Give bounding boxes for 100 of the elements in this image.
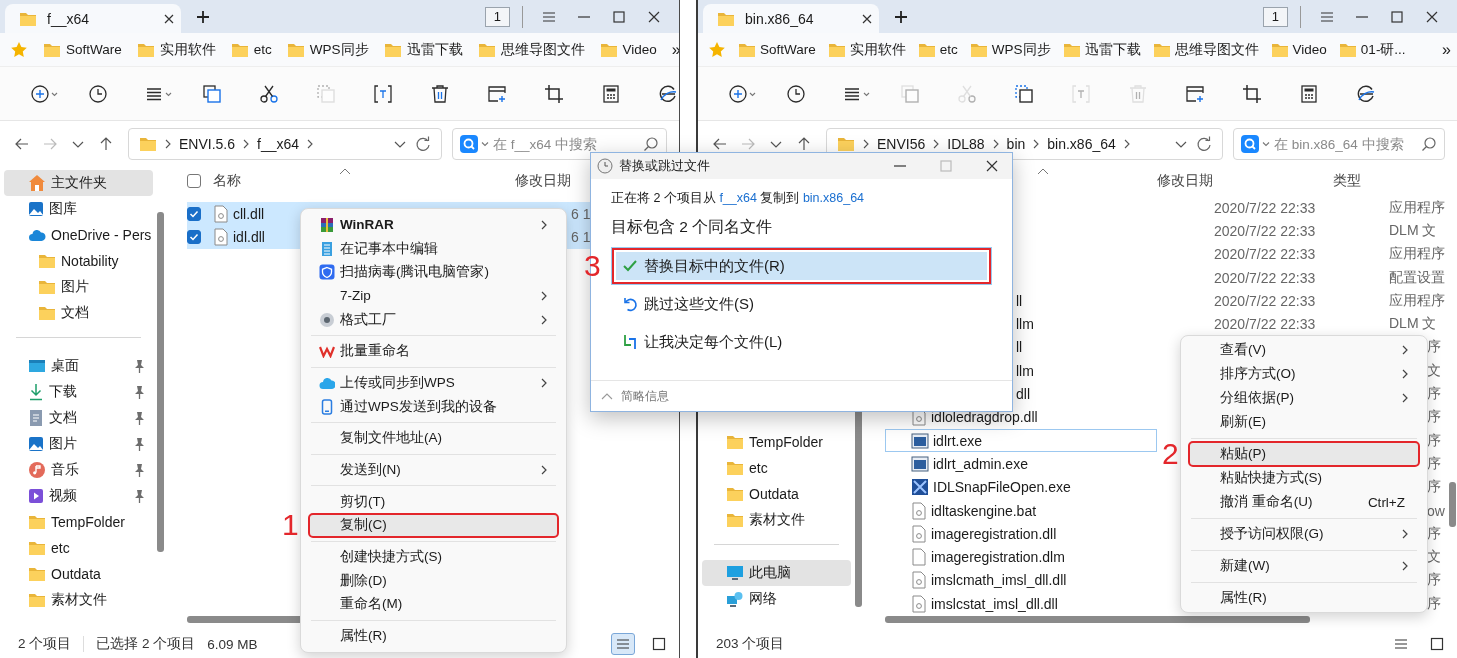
option-button[interactable]: 让我决定每个文件(L) xyxy=(611,323,992,361)
menu-item[interactable]: 属性(R) xyxy=(1189,586,1419,610)
menu-item[interactable]: 授予访问权限(G) xyxy=(1189,522,1419,546)
bookmark-link[interactable]: 实用软件 xyxy=(136,40,216,59)
menu-item[interactable]: 排序方式(O) xyxy=(1189,362,1419,386)
checkbox[interactable] xyxy=(187,206,201,221)
bookmark-link[interactable]: 实用软件 xyxy=(827,40,906,59)
file-row[interactable]: idlrt.exe xyxy=(885,428,1157,453)
scrollbar-thumb[interactable] xyxy=(885,616,1310,623)
folder-tab[interactable]: f__x64 xyxy=(5,4,181,33)
bookmark-link[interactable]: Video xyxy=(599,41,657,58)
menu-item[interactable]: 刷新(E) xyxy=(1189,410,1419,434)
menu-item[interactable]: 粘贴(P) xyxy=(1189,442,1419,466)
file-row[interactable]: idltaskengine.bat xyxy=(885,498,1157,523)
bookmark-link[interactable]: etc xyxy=(230,41,272,58)
menu-item[interactable]: 复制(C) xyxy=(309,513,558,538)
breadcrumb[interactable]: bin xyxy=(1006,136,1026,152)
menu-item[interactable]: 新建(W) xyxy=(1189,554,1419,578)
nav-item[interactable]: 文档 xyxy=(4,300,153,326)
menu-item[interactable]: 分组依据(P) xyxy=(1189,386,1419,410)
nav-item[interactable]: 桌面 xyxy=(4,353,153,379)
bookmark-link[interactable]: SoftWare xyxy=(738,41,816,58)
checkbox[interactable] xyxy=(187,173,201,188)
menu-item[interactable]: 在记事本中编辑 xyxy=(309,236,558,261)
more-bookmarks[interactable]: » xyxy=(1442,40,1451,59)
address-bar[interactable]: ENVI.5.6 f__x64 xyxy=(128,128,442,160)
file-row[interactable]: imslcmath_imsl_dll.dll xyxy=(885,568,1157,593)
file-row[interactable]: IDLSnapFileOpen.exe xyxy=(885,475,1157,499)
column-header[interactable]: 名称 xyxy=(213,171,241,190)
nav-item[interactable]: Notability xyxy=(4,248,153,274)
column-header[interactable]: 类型 xyxy=(1333,171,1361,188)
folder-link[interactable]: bin.x86_64 xyxy=(802,191,865,205)
checkbox[interactable] xyxy=(187,229,201,244)
nav-item[interactable]: 素材文件 xyxy=(4,587,153,613)
bookmark-link[interactable]: etc xyxy=(917,41,958,58)
menu-item[interactable]: 7-Zip xyxy=(309,284,558,308)
nav-item[interactable]: etc xyxy=(702,455,851,481)
chevron-icon xyxy=(164,138,172,150)
breadcrumb[interactable]: bin.x86_64 xyxy=(1047,136,1116,152)
bookmark-link[interactable]: 思维导图文件 xyxy=(1152,40,1259,59)
file-row[interactable]: idlrt_admin.exe xyxy=(885,452,1157,476)
bookmark-link[interactable]: WPS同步 xyxy=(969,40,1051,59)
folder-icon xyxy=(726,486,744,502)
scrollbar-thumb[interactable] xyxy=(1448,482,1456,527)
folder-tab[interactable]: bin.x86_64 xyxy=(703,4,879,33)
menu-item[interactable]: 发送到(N) xyxy=(309,458,558,482)
file-row[interactable]: imageregistration.dlm xyxy=(885,545,1157,569)
nav-item[interactable]: Outdata xyxy=(702,481,851,507)
nav-item[interactable]: Outdata xyxy=(4,561,153,587)
nav-item[interactable]: OneDrive - Pers xyxy=(4,222,153,248)
breadcrumb[interactable]: ENVI.5.6 xyxy=(179,136,236,152)
option-button[interactable]: 跳过这些文件(S) xyxy=(611,285,992,323)
nav-item[interactable]: TempFolder xyxy=(4,509,153,535)
nav-item[interactable]: 此电脑 xyxy=(702,560,851,586)
menu-item[interactable]: 重命名(M) xyxy=(309,592,558,617)
menu-item[interactable]: 撤消 重命名(U) Ctrl+Z xyxy=(1189,490,1419,514)
nav-item[interactable]: 音乐 xyxy=(4,457,153,483)
menu-item[interactable]: 属性(R) xyxy=(309,624,558,648)
breadcrumb[interactable]: ENVI56 xyxy=(877,136,926,152)
menu-item[interactable]: 查看(V) xyxy=(1189,338,1419,362)
bookmark-link[interactable]: 迅雷下载 xyxy=(383,40,463,59)
folder-link[interactable]: f__x64 xyxy=(719,191,757,205)
menu-item[interactable]: 通过WPS发送到我的设备 xyxy=(309,394,558,419)
bookmark-link[interactable]: WPS同步 xyxy=(286,40,369,59)
menu-item[interactable]: 创建快捷方式(S) xyxy=(309,545,558,569)
bookmark-link[interactable]: 01-研... xyxy=(1338,40,1406,59)
menu-item[interactable]: 复制文件地址(A) xyxy=(309,426,558,451)
nav-item[interactable]: 图库 xyxy=(4,196,153,222)
breadcrumb[interactable]: IDL88 xyxy=(947,136,985,152)
bookmark-link[interactable]: 思维导图文件 xyxy=(477,40,585,59)
nav-item[interactable]: TempFolder xyxy=(702,429,851,455)
nav-item[interactable]: 图片 xyxy=(4,274,153,300)
menu-item[interactable]: 上传或同步到WPS xyxy=(309,371,558,395)
nav-item[interactable]: 主文件夹 xyxy=(4,170,153,196)
scrollbar-thumb[interactable] xyxy=(156,212,164,552)
menu-item[interactable]: WinRAR xyxy=(309,213,558,237)
nav-item[interactable]: 图片 xyxy=(4,431,153,457)
menu-item[interactable]: 批量重命名 xyxy=(309,339,558,364)
option-button[interactable]: 替换目标中的文件(R) xyxy=(611,247,992,285)
nav-item[interactable]: etc xyxy=(4,535,153,561)
menu-item[interactable]: 扫描病毒(腾讯电脑管家) xyxy=(309,260,558,285)
bookmark-link[interactable]: 迅雷下载 xyxy=(1062,40,1141,59)
menu-item[interactable]: 格式工厂 xyxy=(309,307,558,332)
file-row[interactable]: imageregistration.dll xyxy=(885,522,1157,546)
menu-item[interactable]: 剪切(T) xyxy=(309,489,558,514)
nav-item[interactable]: 文档 xyxy=(4,405,153,431)
bookmark-link[interactable]: Video xyxy=(1270,41,1327,58)
search-field[interactable]: 在 bin.x86_64 中搜索 xyxy=(1233,128,1445,160)
nav-item[interactable]: 素材文件 xyxy=(702,507,851,533)
file-row[interactable]: imslcstat_imsl_dll.dll xyxy=(885,592,1157,616)
details-toggle[interactable]: 简略信息 xyxy=(595,385,675,407)
bookmark-link[interactable]: SoftWare xyxy=(43,41,122,58)
menu-item[interactable]: 粘贴快捷方式(S) xyxy=(1189,466,1419,490)
nav-item[interactable]: 视频 xyxy=(4,483,153,509)
column-header[interactable]: 修改日期 xyxy=(1157,171,1213,188)
breadcrumb[interactable]: f__x64 xyxy=(257,136,300,152)
column-header[interactable]: 修改日期 xyxy=(515,171,571,188)
nav-item[interactable]: 网络 xyxy=(702,586,851,612)
nav-item[interactable]: 下载 xyxy=(4,379,153,405)
menu-item[interactable]: 删除(D) xyxy=(309,568,558,593)
